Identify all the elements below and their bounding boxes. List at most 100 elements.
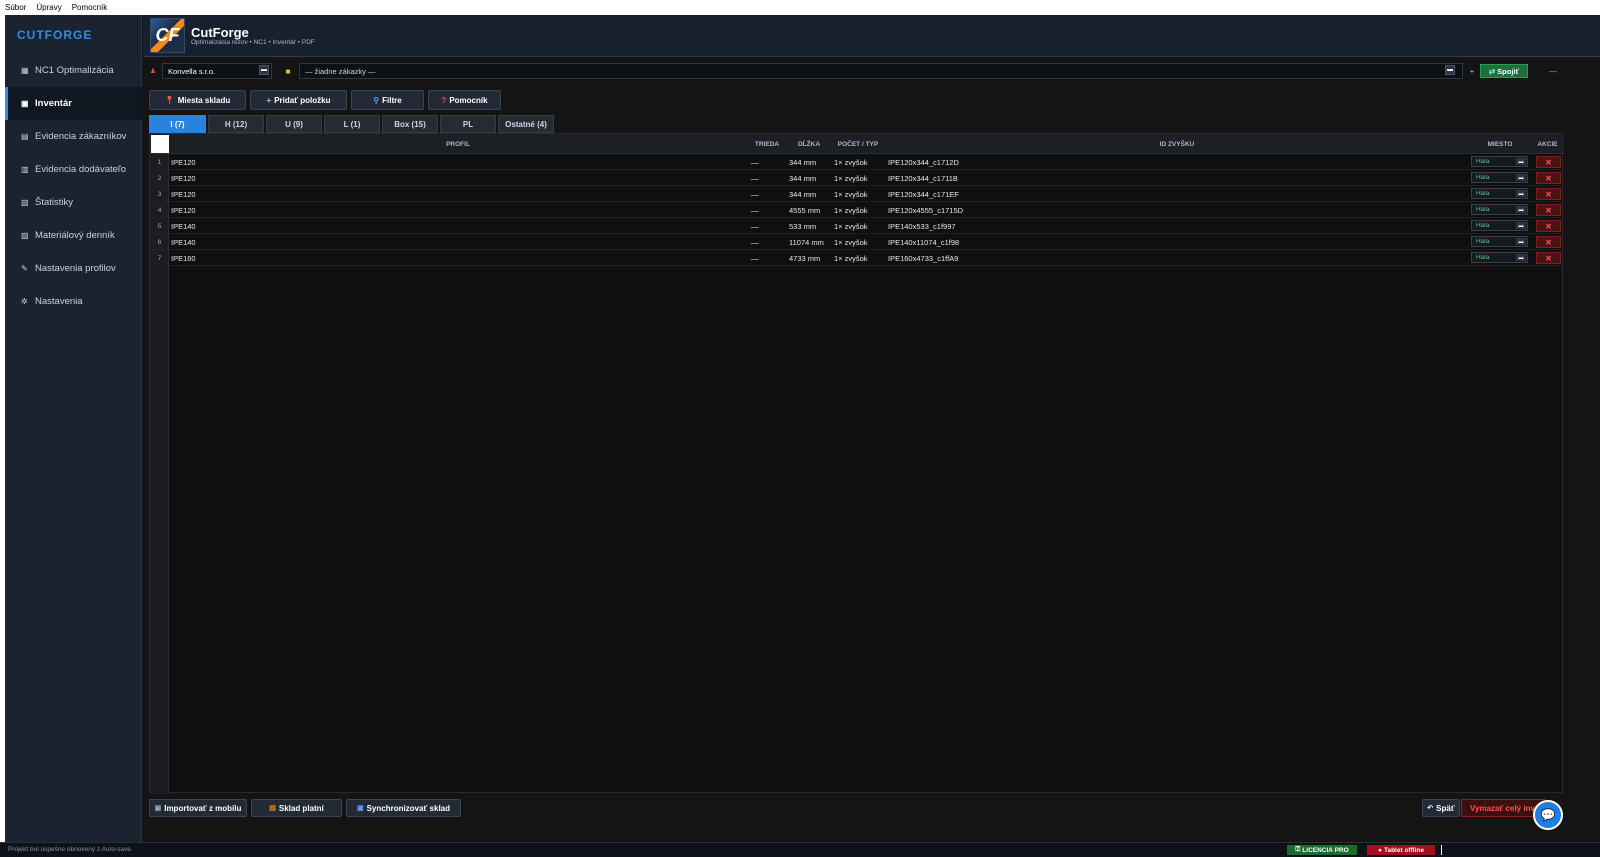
place-edit-icon[interactable]: ▬ [1516, 206, 1526, 213]
col-class[interactable]: TRIEDA [747, 134, 787, 154]
tab-u[interactable]: U (9) [266, 115, 322, 133]
count-cell[interactable]: 1× zvyšok [834, 234, 868, 250]
place-edit-icon[interactable]: ▬ [1516, 254, 1526, 261]
delete-row-button[interactable]: ✕ [1536, 252, 1561, 264]
length-cell[interactable]: 344 mm [789, 186, 816, 202]
class-cell[interactable]: — [751, 202, 759, 218]
col-actions[interactable]: AKCIE [1531, 134, 1564, 154]
chat-bubble-icon[interactable]: 💬 [1533, 800, 1563, 830]
profile-cell[interactable]: IPE120 [171, 154, 196, 170]
sidebar-item-profile-settings[interactable]: ✎ Nastavenia profilov [5, 252, 142, 285]
id-cell[interactable]: IPE140x533_c1f997 [888, 218, 956, 234]
add-order-button[interactable]: + [1465, 64, 1479, 78]
delete-row-button[interactable]: ✕ [1536, 236, 1561, 248]
profile-cell[interactable]: IPE120 [171, 186, 196, 202]
id-cell[interactable]: IPE140x11074_c1f98 [888, 234, 959, 250]
place-edit-icon[interactable]: ▬ [1516, 238, 1526, 245]
sidebar-item-inventory[interactable]: ▣ Inventár [5, 87, 142, 120]
col-length[interactable]: DĹŽKA [787, 134, 831, 154]
col-count[interactable]: POČET / TYP [831, 134, 885, 154]
place-select[interactable]: Hala ▬ [1471, 252, 1528, 263]
col-id[interactable]: ID ZVYŠKU [885, 134, 1469, 154]
profile-cell[interactable]: IPE140 [171, 218, 196, 234]
id-cell[interactable]: IPE120x344_c171EF [888, 186, 959, 202]
minimize-panel-button[interactable]: — [1546, 64, 1560, 78]
delete-row-button[interactable]: ✕ [1536, 220, 1561, 232]
count-cell[interactable]: 1× zvyšok [834, 154, 868, 170]
length-cell[interactable]: 344 mm [789, 170, 816, 186]
delete-row-button[interactable]: ✕ [1536, 204, 1561, 216]
col-place[interactable]: MIESTO [1469, 134, 1531, 154]
place-select[interactable]: Hala ▬ [1471, 188, 1528, 199]
class-cell[interactable]: — [751, 186, 759, 202]
length-cell[interactable]: 4555 mm [789, 202, 820, 218]
id-cell[interactable]: IPE120x344_c1712D [888, 154, 959, 170]
plate-storage-button[interactable]: ▤ Sklad platní [251, 799, 342, 817]
class-cell[interactable]: — [751, 170, 759, 186]
menu-edit[interactable]: Úpravy [31, 0, 66, 15]
sidebar-item-suppliers[interactable]: ▥ Evidencia dodávateľo [5, 153, 142, 186]
tab-i[interactable]: I (7) [149, 115, 206, 133]
table-row[interactable]: 3 IPE120 — 344 mm 1× zvyšok IPE120x344_c… [150, 186, 1564, 202]
id-cell[interactable]: IPE160x4733_c1ffA9 [888, 250, 958, 266]
undo-button[interactable]: ↶ Späť [1422, 799, 1460, 817]
profile-cell[interactable]: IPE140 [171, 234, 196, 250]
storage-places-button[interactable]: 📍 Miesta skladu [149, 90, 246, 110]
length-cell[interactable]: 4733 mm [789, 250, 820, 266]
tab-box[interactable]: Box (15) [382, 115, 438, 133]
import-mobile-button[interactable]: ▣ Importovať z mobilu [149, 799, 247, 817]
place-select[interactable]: Hala ▬ [1471, 172, 1528, 183]
col-profile[interactable]: PROFIL [169, 134, 747, 154]
tab-h[interactable]: H (12) [208, 115, 264, 133]
length-cell[interactable]: 344 mm [789, 154, 816, 170]
profile-cell[interactable]: IPE120 [171, 170, 196, 186]
class-cell[interactable]: — [751, 218, 759, 234]
tab-other[interactable]: Ostatné (4) [498, 115, 554, 133]
class-cell[interactable]: — [751, 154, 759, 170]
profile-cell[interactable]: IPE160 [171, 250, 196, 266]
place-edit-icon[interactable]: ▬ [1516, 158, 1526, 165]
sidebar-item-customers[interactable]: ▤ Evidencia zákazníkov [5, 120, 142, 153]
order-edit-icon[interactable]: ▬ [1445, 65, 1455, 75]
id-cell[interactable]: IPE120x4555_c1715D [888, 202, 963, 218]
menu-file[interactable]: Súbor [0, 0, 31, 15]
connect-button[interactable]: ⇄ Spojiť [1480, 64, 1528, 78]
sync-storage-button[interactable]: ▣ Synchronizovať sklad [346, 799, 461, 817]
add-item-button[interactable]: + Pridať položku [250, 90, 347, 110]
tab-pl[interactable]: PL [440, 115, 496, 133]
table-row[interactable]: 6 IPE140 — 11074 mm 1× zvyšok IPE140x110… [150, 234, 1564, 250]
place-select[interactable]: Hala ▬ [1471, 204, 1528, 215]
count-cell[interactable]: 1× zvyšok [834, 250, 868, 266]
sidebar-item-material-log[interactable]: ▨ Materiálový denník [5, 219, 142, 252]
order-select[interactable]: — žiadne zákazky — [299, 63, 1463, 79]
place-edit-icon[interactable]: ▬ [1516, 222, 1526, 229]
place-edit-icon[interactable]: ▬ [1516, 190, 1526, 197]
place-select[interactable]: Hala ▬ [1471, 236, 1528, 247]
delete-row-button[interactable]: ✕ [1536, 188, 1561, 200]
count-cell[interactable]: 1× zvyšok [834, 218, 868, 234]
id-cell[interactable]: IPE120x344_c1711B [888, 170, 958, 186]
menu-help[interactable]: Pomocník [67, 0, 113, 15]
customer-select[interactable]: Konvella s.r.o. [162, 63, 272, 79]
helper-button[interactable]: ? Pomocník [428, 90, 501, 110]
filters-button[interactable]: ⚲ Filtre [351, 90, 424, 110]
profile-cell[interactable]: IPE120 [171, 202, 196, 218]
count-cell[interactable]: 1× zvyšok [834, 186, 868, 202]
table-row[interactable]: 2 IPE120 — 344 mm 1× zvyšok IPE120x344_c… [150, 170, 1564, 186]
sidebar-item-optimization[interactable]: ▦ NC1 Optimalizácia [5, 54, 142, 87]
class-cell[interactable]: — [751, 250, 759, 266]
table-row[interactable]: 7 IPE160 — 4733 mm 1× zvyšok IPE160x4733… [150, 250, 1564, 266]
place-select[interactable]: Hala ▬ [1471, 156, 1528, 167]
select-all-cell[interactable] [151, 135, 169, 153]
tab-l[interactable]: L (1) [324, 115, 380, 133]
count-cell[interactable]: 1× zvyšok [834, 170, 868, 186]
sidebar-item-statistics[interactable]: ▧ Štatistiky [5, 186, 142, 219]
customer-edit-icon[interactable]: ▬ [259, 65, 269, 75]
delete-row-button[interactable]: ✕ [1536, 156, 1561, 168]
table-row[interactable]: 4 IPE120 — 4555 mm 1× zvyšok IPE120x4555… [150, 202, 1564, 218]
table-row[interactable]: 5 IPE140 — 533 mm 1× zvyšok IPE140x533_c… [150, 218, 1564, 234]
delete-row-button[interactable]: ✕ [1536, 172, 1561, 184]
sidebar-item-settings[interactable]: ✲ Nastavenia [5, 285, 142, 318]
table-row[interactable]: 1 IPE120 — 344 mm 1× zvyšok IPE120x344_c… [150, 154, 1564, 170]
length-cell[interactable]: 533 mm [789, 218, 816, 234]
